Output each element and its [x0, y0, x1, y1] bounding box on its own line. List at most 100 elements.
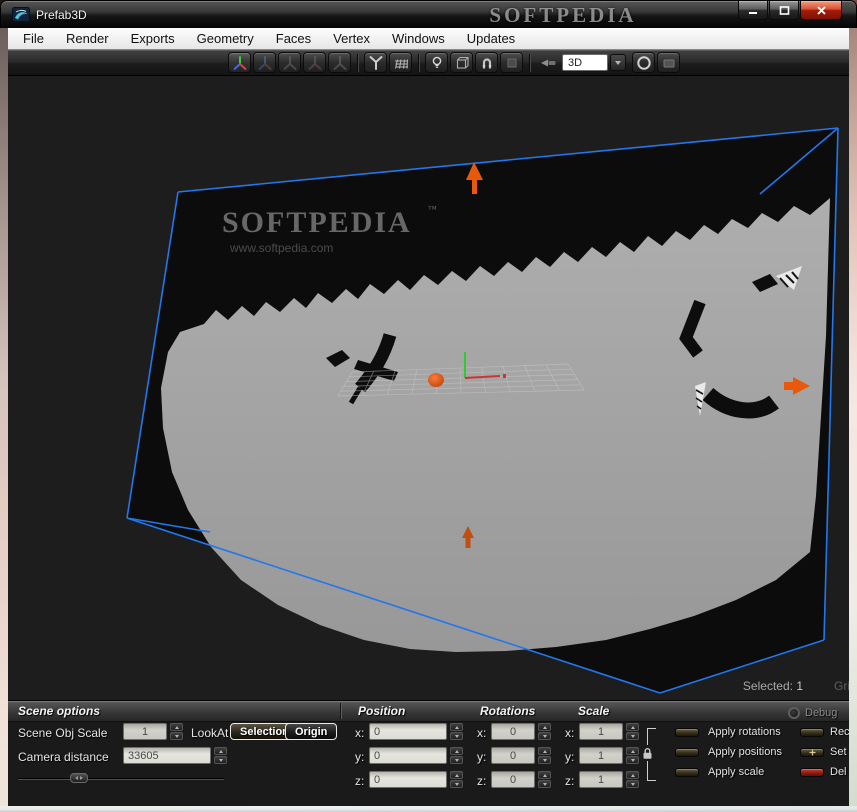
rotation-y-stepper[interactable] [538, 747, 551, 764]
stepper-up-icon[interactable] [538, 723, 551, 731]
circle-ring-button[interactable] [632, 52, 655, 73]
stepper-down-icon[interactable] [450, 732, 463, 740]
view-mode-input[interactable] [562, 54, 608, 71]
axes-inverted-button[interactable] [364, 52, 387, 73]
close-button[interactable] [800, 1, 842, 20]
debug-label: Debug [805, 707, 837, 719]
menu-vertex[interactable]: Vertex [322, 31, 381, 46]
apply-scale-label: Apply scale [708, 766, 764, 778]
cube-icon [454, 55, 470, 71]
slider-arrow-left-icon [75, 776, 78, 780]
stepper-down-icon[interactable] [626, 780, 639, 788]
apply-rotations-button[interactable] [675, 728, 699, 737]
position-y-stepper[interactable] [450, 747, 463, 764]
close-icon [816, 6, 827, 15]
menu-windows[interactable]: Windows [381, 31, 456, 46]
light-bulb-button[interactable] [425, 52, 448, 73]
stepper-up-icon[interactable] [450, 747, 463, 755]
scene-obj-scale-label: Scene Obj Scale [18, 726, 107, 740]
stepper-down-icon[interactable] [538, 732, 551, 740]
scene-obj-scale-input[interactable] [123, 723, 167, 740]
mesh-grid-button[interactable] [389, 52, 412, 73]
stepper-down-icon[interactable] [450, 780, 463, 788]
axes-dim-button-4[interactable] [328, 52, 351, 73]
scale-x-input[interactable] [579, 723, 623, 740]
maximize-icon [779, 6, 790, 15]
slider-arrow-right-icon [80, 776, 83, 780]
scale-lock-icon[interactable] [641, 745, 654, 761]
camera-distance-stepper[interactable] [214, 747, 227, 764]
del-button[interactable] [800, 768, 824, 777]
box-dim-button[interactable] [500, 52, 523, 73]
titlebar[interactable]: Prefab3D SOFTPEDIA [0, 0, 857, 28]
stepper-up-icon[interactable] [450, 723, 463, 731]
set-button[interactable] [800, 748, 824, 757]
stepper-up-icon[interactable] [626, 723, 639, 731]
camera-distance-slider-track[interactable] [18, 778, 224, 779]
apply-positions-button[interactable] [675, 748, 699, 757]
menu-faces[interactable]: Faces [265, 31, 322, 46]
rotation-z-input[interactable] [491, 771, 535, 788]
camera-distance-input[interactable] [123, 747, 211, 764]
menu-file[interactable]: File [12, 31, 55, 46]
stepper-down-icon[interactable] [538, 756, 551, 764]
stepper-up-icon[interactable] [214, 747, 227, 755]
menu-updates[interactable]: Updates [456, 31, 526, 46]
rotation-y-input[interactable] [491, 747, 535, 764]
stepper-up-icon[interactable] [450, 771, 463, 779]
minimize-button[interactable] [738, 1, 768, 20]
3d-viewport[interactable]: SOFTPEDIA ™ www.softpedia.com Selected: … [8, 76, 849, 700]
position-x-stepper[interactable] [450, 723, 463, 740]
window-frame-left [0, 28, 8, 806]
camera-distance-slider-handle[interactable] [70, 773, 88, 783]
stepper-up-icon[interactable] [538, 771, 551, 779]
axes-dim-button-1[interactable] [253, 52, 276, 73]
apply-scale-button[interactable] [675, 768, 699, 777]
scale-x-stepper[interactable] [626, 723, 639, 740]
stepper-down-icon[interactable] [450, 756, 463, 764]
stepper-down-icon[interactable] [626, 756, 639, 764]
selected-object[interactable] [428, 373, 444, 387]
menu-geometry[interactable]: Geometry [186, 31, 265, 46]
axes-rgb-icon [232, 55, 248, 71]
set-label: Set [830, 746, 847, 758]
axes-dim-button-3[interactable] [303, 52, 326, 73]
scale-header: Scale [578, 704, 609, 718]
stepper-down-icon[interactable] [538, 780, 551, 788]
magnet-button[interactable] [475, 52, 498, 73]
stepper-up-icon[interactable] [626, 747, 639, 755]
scale-z-input[interactable] [579, 771, 623, 788]
position-z-input[interactable] [369, 771, 447, 788]
scale-y-input[interactable] [579, 747, 623, 764]
rotation-x-stepper[interactable] [538, 723, 551, 740]
scene-obj-scale-stepper[interactable] [170, 723, 183, 740]
lookat-origin-button[interactable]: Origin [285, 723, 337, 740]
stepper-down-icon[interactable] [214, 756, 227, 764]
axes-rgb-button[interactable] [228, 52, 251, 73]
stepper-down-icon[interactable] [170, 732, 183, 740]
position-z-stepper[interactable] [450, 771, 463, 788]
menu-exports[interactable]: Exports [120, 31, 186, 46]
scene-options-header: Scene options [18, 704, 100, 718]
stepper-up-icon[interactable] [626, 771, 639, 779]
3d-scene[interactable]: SOFTPEDIA ™ www.softpedia.com [8, 76, 849, 700]
properties-panel: Scene options Position Rotations Scale S… [8, 700, 849, 806]
cube-button[interactable] [450, 52, 473, 73]
stepper-down-icon[interactable] [626, 732, 639, 740]
axes-dim-button-2[interactable] [278, 52, 301, 73]
del-label: Del [830, 766, 847, 778]
stepper-up-icon[interactable] [538, 747, 551, 755]
position-y-input[interactable] [369, 747, 447, 764]
view-mode-dropdown-button[interactable] [610, 54, 626, 71]
position-x-input[interactable] [369, 723, 447, 740]
maximize-button[interactable] [769, 1, 799, 20]
scale-z-stepper[interactable] [626, 771, 639, 788]
snapshot-button[interactable] [657, 52, 680, 73]
rec-button[interactable] [800, 728, 824, 737]
debug-radio[interactable] [788, 707, 800, 719]
rotation-x-input[interactable] [491, 723, 535, 740]
scale-y-stepper[interactable] [626, 747, 639, 764]
rotation-z-stepper[interactable] [538, 771, 551, 788]
stepper-up-icon[interactable] [170, 723, 183, 731]
menu-render[interactable]: Render [55, 31, 120, 46]
